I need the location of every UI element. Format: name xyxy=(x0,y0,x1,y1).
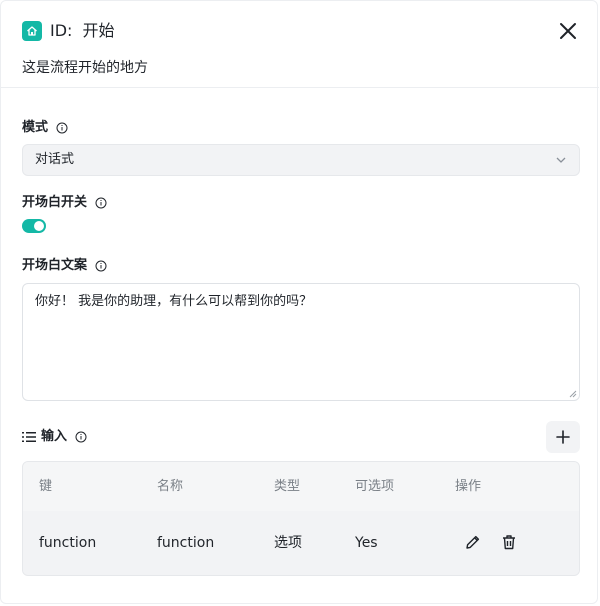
inputs-label-text: 输入 xyxy=(41,429,68,444)
node-description[interactable]: 这是流程开始的地方 xyxy=(22,58,148,78)
node-title: ID: 开始 xyxy=(50,20,114,42)
node-name[interactable]: 开始 xyxy=(82,21,114,40)
table-header: 键 名称 类型 可选项 操作 xyxy=(23,462,579,512)
plus-icon xyxy=(556,430,570,444)
chevron-down-icon xyxy=(556,157,566,163)
opening-text-textarea[interactable]: 你好！ 我是你的助理，有什么可以帮到你的吗？ xyxy=(22,283,580,401)
resize-grip-icon[interactable] xyxy=(569,390,577,398)
cell-type: 选项 xyxy=(274,535,302,551)
inputs-section-label: 输入 xyxy=(22,428,87,446)
info-icon[interactable] xyxy=(75,431,87,443)
info-icon[interactable] xyxy=(56,122,68,134)
home-icon xyxy=(22,21,42,41)
column-header-actions: 操作 xyxy=(455,479,482,494)
info-icon[interactable] xyxy=(95,197,107,209)
list-icon xyxy=(22,432,36,442)
opening-switch-label: 开场白开关 xyxy=(22,194,107,212)
opening-switch-label-text: 开场白开关 xyxy=(22,195,88,210)
inputs-table: 键 名称 类型 可选项 操作 function function 选项 Yes xyxy=(22,461,580,576)
column-header-key: 键 xyxy=(39,479,53,494)
start-node-panel: ID: 开始 这是流程开始的地方 模式 对话式 开场白开关 开场白文案 你好！ 我… xyxy=(0,0,599,604)
mode-label-text: 模式 xyxy=(22,120,49,135)
panel-header: ID: 开始 这是流程开始的地方 xyxy=(1,1,599,88)
info-icon[interactable] xyxy=(95,260,107,272)
opening-text-label: 开场白文案 xyxy=(22,257,107,275)
close-icon[interactable] xyxy=(557,20,579,42)
cell-key: function xyxy=(39,535,97,551)
column-header-optional: 可选项 xyxy=(355,479,395,494)
opening-switch-toggle[interactable] xyxy=(22,219,46,233)
cell-name: function xyxy=(157,535,215,551)
edit-pencil-icon[interactable] xyxy=(464,533,482,551)
table-row: function function 选项 Yes xyxy=(23,511,579,575)
column-header-name: 名称 xyxy=(157,479,184,494)
delete-trash-icon[interactable] xyxy=(500,533,518,551)
node-id-label: ID: xyxy=(50,21,73,40)
cell-optional: Yes xyxy=(355,535,378,551)
mode-select[interactable]: 对话式 xyxy=(22,144,580,176)
mode-label: 模式 xyxy=(22,119,68,137)
add-input-button[interactable] xyxy=(546,421,580,453)
column-header-type: 类型 xyxy=(274,479,301,494)
opening-text-label-text: 开场白文案 xyxy=(22,258,88,273)
toggle-knob xyxy=(34,221,44,231)
mode-select-value: 对话式 xyxy=(35,152,75,167)
